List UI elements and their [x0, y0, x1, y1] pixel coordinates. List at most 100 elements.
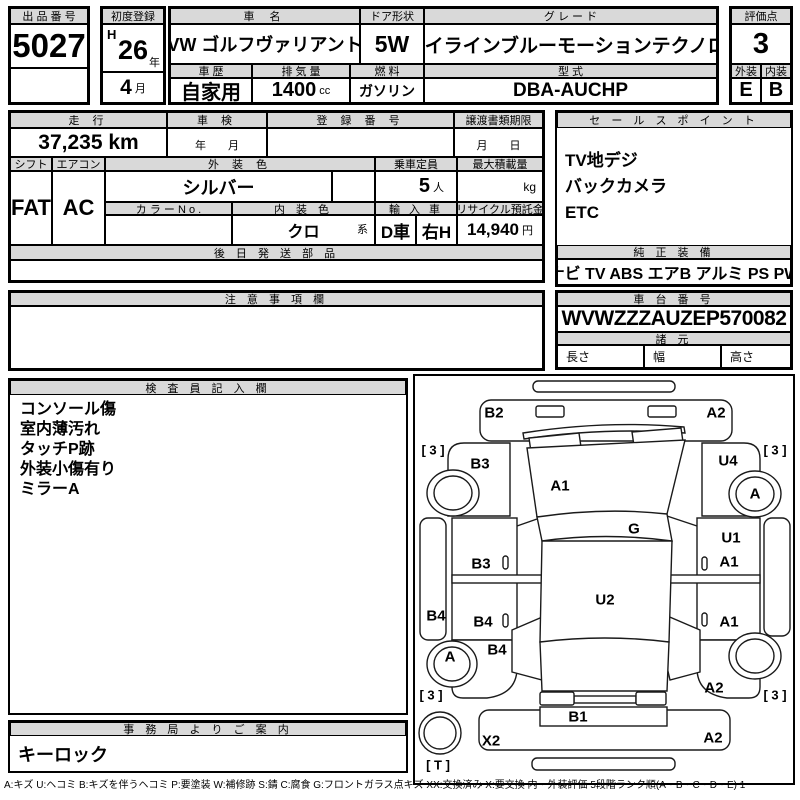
length-label: 長さ	[557, 345, 644, 368]
damage-marker: A1	[719, 613, 739, 631]
sales-point: TV地デジ	[565, 151, 638, 170]
payload-label: 最大積載量	[457, 157, 543, 171]
damage-marker: A2	[704, 679, 724, 697]
inspector-note: 外装小傷有り	[20, 461, 117, 478]
legend: A:キズ U:ヘコミ B:キズを伴うヘコミ P:要塗装 W:補修跡 S:錆 C:…	[4, 780, 746, 791]
auction-sheet: 出 品 番 号 5027 初度登録 H 26 年 4 月 車 名 ドア形状 グ …	[0, 0, 800, 800]
inspector-note: タッチP跡	[20, 441, 95, 458]
ext-color-value: シルバー	[105, 171, 332, 202]
first-reg-month: 4	[120, 75, 132, 99]
shaken-value: 年 月	[167, 128, 267, 157]
height-label: 高さ	[721, 345, 791, 368]
damage-marker: B4	[473, 613, 493, 631]
damage-markers-layer: B2 A2 [ 3 ] B3 U4 [ 3 ] A1 A G U1 B3 A1 B4 U2 B4 A1 A B4 A…	[415, 376, 793, 783]
reg-no-value	[267, 128, 454, 157]
spec-label: 諸 元	[557, 332, 791, 345]
exterior-value: E	[731, 78, 761, 103]
damage-marker: U1	[721, 529, 741, 547]
model-label: 型 式	[424, 64, 717, 78]
color-no-label: カ ラ ー N o .	[105, 202, 232, 215]
payload-value: kg	[457, 171, 543, 202]
displacement-unit: cc	[319, 84, 331, 97]
damage-marker: A	[749, 485, 761, 503]
int-color-text: クロ	[287, 224, 320, 241]
recycle-unit: 円	[522, 225, 533, 237]
score-value: 3	[731, 24, 791, 64]
sales-point: ETC	[565, 203, 599, 222]
handle-value: 右H	[416, 215, 457, 245]
first-reg-year: 26	[117, 34, 149, 65]
damage-marker: A	[444, 648, 456, 666]
model-value: DBA-AUCHP	[424, 78, 717, 103]
aircon-value: AC	[52, 171, 105, 245]
inspector-note: コンソール傷	[20, 401, 117, 418]
mileage-label: 走 行	[10, 112, 167, 128]
inspector-note: 室内薄汚れ	[20, 421, 101, 438]
damage-marker: [ 3 ]	[763, 687, 787, 703]
damage-marker: G	[628, 520, 640, 538]
fuel-label: 燃 料	[350, 64, 424, 78]
chassis-box: 車 台 番 号 WVWZZZAUZEP570082 諸 元 長さ 幅 高さ	[555, 290, 793, 370]
color-no-value	[105, 215, 232, 245]
damage-marker: A1	[719, 553, 739, 571]
shift-label: シフト	[10, 157, 52, 171]
inspector-box: 検 査 員 記 入 欄 コンソール傷 室内薄汚れ タッチP跡 外装小傷有り ミラ…	[8, 378, 408, 715]
caution-value	[10, 306, 543, 369]
exterior-label: 外装	[731, 64, 761, 78]
width-label: 幅	[644, 345, 721, 368]
later-parts-label: 後 日 発 送 部 品	[10, 245, 543, 260]
chassis-label: 車 台 番 号	[557, 292, 791, 306]
auction-no-box: 出 品 番 号 5027	[8, 6, 90, 105]
damage-marker: B1	[568, 708, 588, 726]
history-value: 自家用	[170, 78, 252, 103]
score-box: 評価点 3 外装 内装 E B	[729, 6, 793, 105]
auction-no-empty	[10, 68, 88, 103]
grade-value: TSIハイラインブルーモーションテクノロジー	[424, 24, 717, 64]
equip-label: 純 正 装 備	[557, 245, 791, 259]
displacement-value: 1400 cc	[252, 78, 350, 103]
damage-marker: A2	[706, 404, 726, 422]
score-label: 評価点	[731, 8, 791, 24]
import-type-value: D車	[375, 215, 416, 245]
shaken-label: 車 検	[167, 112, 267, 128]
vin-value: WVWZZZAUZEP570082	[557, 306, 791, 332]
car-name-label: 車 名	[170, 8, 360, 24]
displacement-number: 1400	[271, 79, 317, 101]
damage-marker: B2	[484, 404, 504, 422]
first-reg-year-unit: 年	[149, 57, 160, 69]
inspector-note: ミラーA	[20, 481, 80, 498]
first-reg-year-cell: H 26 年	[102, 24, 164, 72]
auction-no-value: 5027	[10, 24, 88, 68]
damage-marker: [ T ]	[426, 757, 450, 773]
inspector-notes: コンソール傷 室内薄汚れ タッチP跡 外装小傷有り ミラーA	[20, 400, 116, 500]
sales-point: バックカメラ	[565, 177, 667, 196]
mileage-value: 37,235 km	[10, 128, 167, 157]
transfer-value: 月 日	[454, 128, 543, 157]
door-value: 5W	[360, 24, 424, 64]
interior-label: 内装	[761, 64, 791, 78]
sales-points: TV地デジ バックカメラ ETC	[565, 148, 667, 226]
history-label: 車 歴	[170, 64, 252, 78]
recycle-fee: 14,940	[467, 220, 519, 239]
damage-marker: B4	[487, 641, 507, 659]
sales-box: セ ー ル ス ポ イ ン ト TV地デジ バックカメラ ETC 純 正 装 備…	[555, 110, 793, 287]
displacement-label: 排 気 量	[252, 64, 350, 78]
damage-marker: A1	[550, 477, 570, 495]
grade-label: グ レ ー ド	[424, 8, 717, 24]
sales-label: セ ー ル ス ポ イ ン ト	[557, 112, 791, 128]
interior-value: B	[761, 78, 791, 103]
damage-marker: [ 3 ]	[763, 442, 787, 458]
first-reg-month-cell: 4 月	[102, 72, 164, 103]
car-name-value: VW ゴルフヴァリアント	[170, 24, 360, 64]
door-label: ドア形状	[360, 8, 424, 24]
office-box: 事 務 局 よ り ご 案 内 キーロック	[8, 720, 408, 773]
caution-box: 注 意 事 項 欄	[8, 290, 545, 371]
damage-marker: X2	[481, 732, 501, 750]
main-spec-box: 走 行 車 検 登 録 番 号 譲渡書類期限 37,235 km 年 月 月 日…	[8, 110, 545, 283]
capacity-label: 乗車定員	[375, 157, 457, 171]
ext-color-label: 外 装 色	[105, 157, 375, 171]
int-color-suffix: 系	[357, 224, 368, 236]
damage-marker: [ 3 ]	[421, 442, 445, 458]
transfer-label: 譲渡書類期限	[454, 112, 543, 128]
caution-label: 注 意 事 項 欄	[10, 292, 543, 306]
